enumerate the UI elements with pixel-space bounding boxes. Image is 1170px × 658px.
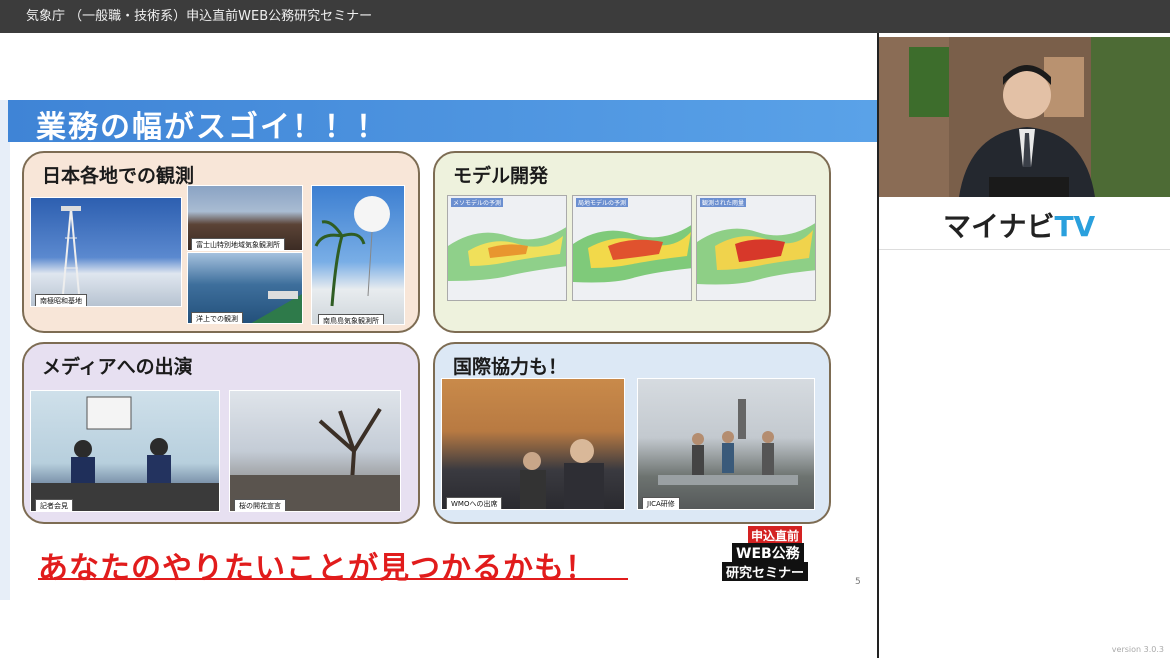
panel-title: メディアへの出演 — [42, 356, 193, 378]
map-local-model: 局地モデルの予測 — [572, 195, 692, 301]
rain-map-icon — [573, 196, 691, 300]
slide-tagline: あなたのやりたいことが見つかるかも！ — [38, 551, 596, 586]
panel-title: 国際協力も！ — [453, 356, 568, 378]
map-meso-model: メソモデルの予測 — [447, 195, 567, 301]
photo-caption: 富士山特別地域気象観測所 — [191, 238, 285, 250]
people-icon — [658, 399, 798, 485]
photo-mount-fuji: 富士山特別地域気象観測所 — [187, 185, 303, 251]
tagline-underline — [38, 578, 628, 580]
map-label: 観測された雨量 — [700, 198, 747, 207]
photo-antarctic: 南極昭和基地 — [30, 197, 182, 307]
people-icon — [520, 439, 604, 509]
video-stage: 業務の幅がスゴイ！！！ 日本各地での観測 南極昭和基地 富士山特別地域気象観測所… — [0, 33, 1170, 658]
version-label: version 3.0.3 — [1111, 645, 1164, 654]
photo-caption: 南鳥島気象観測所 — [318, 314, 384, 324]
rain-map-icon — [697, 196, 815, 300]
logo-main: マイナビ — [943, 210, 1055, 243]
photo-jica-training: JICA研修 — [637, 378, 815, 510]
map-observed-rainfall: 観測された雨量 — [696, 195, 816, 301]
logo-separator — [879, 249, 1170, 250]
photo-caption: JICA研修 — [642, 497, 680, 509]
tree-icon — [230, 407, 400, 511]
photo-minamitorishima: 南鳥島気象観測所 — [311, 185, 405, 325]
photo-wmo-meeting: WMOへの出席 — [441, 378, 625, 510]
presenter-sidebar: マイナビTV version 3.0.3 — [879, 33, 1170, 658]
mynavi-tv-logo: マイナビTV — [943, 205, 1095, 245]
window-title: 気象庁 （一般職・技術系）申込直前WEB公務研究セミナー — [0, 0, 1170, 33]
photo-caption: 記者会見 — [35, 499, 73, 511]
presenter-image — [879, 37, 1170, 197]
photo-caption: 洋上での観測 — [191, 312, 243, 323]
balloon-icon — [314, 196, 390, 307]
presenter-video — [879, 37, 1170, 197]
seminar-badge: 申込直前 WEB公務 研究セミナー — [722, 526, 840, 584]
logo-tv: TV — [1054, 210, 1096, 243]
badge-line2: WEB公務 — [732, 543, 804, 563]
panel-title: モデル開発 — [453, 165, 549, 187]
photo-caption: 南極昭和基地 — [35, 294, 87, 306]
photo-press-conference: 記者会見 — [30, 390, 220, 512]
photo-caption: 桜の開花宣言 — [234, 499, 286, 511]
panel-title: 日本各地での観測 — [42, 165, 195, 187]
photo-cherry-blossom: 桜の開花宣言 — [229, 390, 401, 512]
slide-banner: 業務の幅がスゴイ！！！ — [8, 100, 877, 145]
slide-left-bar — [0, 100, 10, 600]
people-icon — [31, 396, 219, 511]
badge-line3: 研究セミナー — [722, 562, 809, 581]
page-number: 5 — [855, 577, 861, 587]
tower-icon — [61, 206, 81, 295]
presentation-slide: 業務の幅がスゴイ！！！ 日本各地での観測 南極昭和基地 富士山特別地域気象観測所… — [0, 33, 877, 658]
photo-ocean: 洋上での観測 — [187, 252, 303, 324]
map-label: メソモデルの予測 — [451, 198, 504, 207]
slide-heading: 業務の幅がスゴイ！！！ — [36, 110, 388, 145]
map-label: 局地モデルの予測 — [576, 198, 629, 207]
rain-map-icon — [448, 196, 566, 300]
photo-caption: WMOへの出席 — [446, 497, 503, 509]
